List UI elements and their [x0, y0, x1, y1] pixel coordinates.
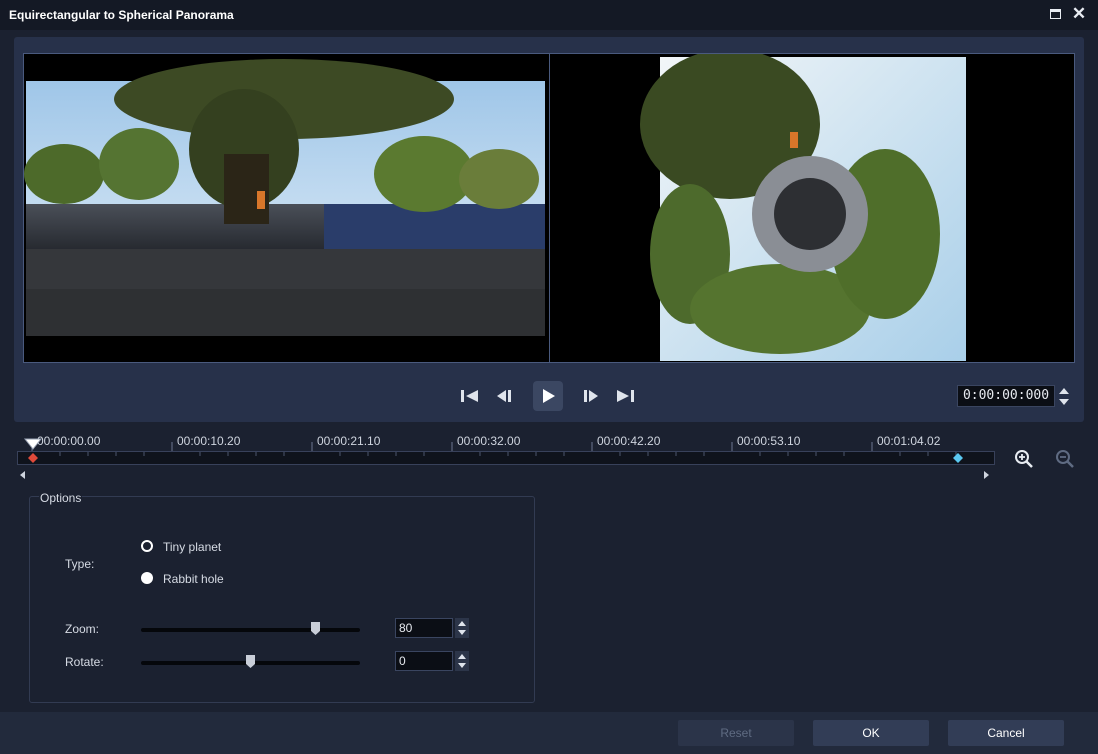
- playhead-icon[interactable]: [23, 437, 43, 453]
- timeline-ticks: [31, 442, 873, 451]
- reset-button[interactable]: Reset: [678, 720, 794, 746]
- zoom-label: Zoom:: [65, 622, 100, 636]
- timecode-field[interactable]: 0:00:00:000: [957, 385, 1055, 407]
- rotate-slider-thumb[interactable]: [246, 655, 255, 668]
- zoom-slider-track[interactable]: [141, 628, 360, 632]
- skip-to-end-icon[interactable]: [610, 381, 640, 411]
- options-group: [29, 496, 535, 703]
- close-icon[interactable]: ✕: [1071, 5, 1087, 23]
- result-preview: [549, 53, 1075, 363]
- next-frame-icon[interactable]: [576, 381, 606, 411]
- mark-out-icon[interactable]: [952, 453, 964, 463]
- rotate-value-field[interactable]: 0: [395, 651, 453, 671]
- cancel-button[interactable]: Cancel: [948, 720, 1064, 746]
- skip-to-start-icon[interactable]: [455, 381, 485, 411]
- type-label: Type:: [65, 557, 95, 571]
- equirectangular-image: [24, 59, 545, 336]
- window-title: Equirectangular to Spherical Panorama: [9, 8, 234, 22]
- radio-tiny-planet[interactable]: [141, 540, 153, 552]
- scroll-right-icon[interactable]: [982, 470, 990, 480]
- rotate-stepper[interactable]: [455, 651, 469, 671]
- scroll-left-icon[interactable]: [19, 470, 27, 480]
- dialog-footer: [0, 712, 1098, 754]
- zoom-value-field[interactable]: 80: [395, 618, 453, 638]
- radio-rabbit-hole-label[interactable]: Rabbit hole: [163, 572, 224, 586]
- timeline-minor-ticks: [59, 452, 957, 456]
- ok-button[interactable]: OK: [813, 720, 929, 746]
- zoom-stepper[interactable]: [455, 618, 469, 638]
- rotate-label: Rotate:: [65, 655, 104, 669]
- zoom-slider-thumb[interactable]: [311, 622, 320, 635]
- zoom-out-icon[interactable]: [1055, 449, 1075, 469]
- radio-tiny-planet-label[interactable]: Tiny planet: [163, 540, 221, 554]
- play-icon[interactable]: [533, 381, 563, 411]
- tiny-planet-image: [640, 54, 966, 361]
- zoom-in-icon[interactable]: [1014, 449, 1034, 469]
- options-legend: Options: [39, 491, 83, 505]
- maximize-icon[interactable]: [1050, 9, 1061, 19]
- mark-in-icon[interactable]: [27, 453, 39, 463]
- previous-frame-icon[interactable]: [489, 381, 519, 411]
- timecode-stepper[interactable]: [1057, 386, 1071, 408]
- source-preview: [23, 53, 550, 363]
- radio-rabbit-hole[interactable]: [141, 572, 153, 584]
